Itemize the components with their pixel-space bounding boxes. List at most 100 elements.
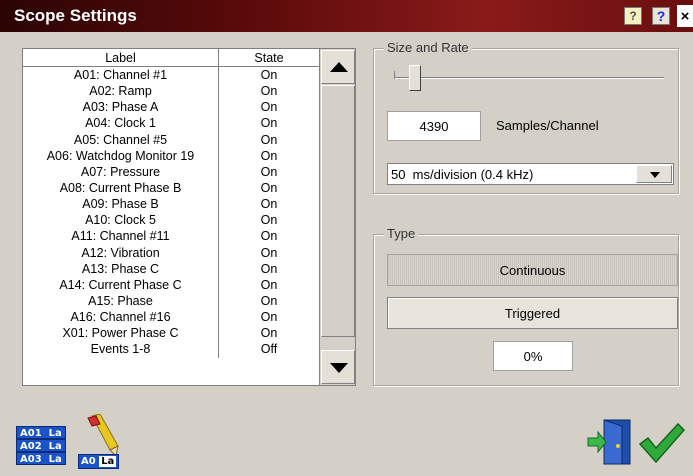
table-row[interactable]: A01: Channel #1 On <box>23 67 319 84</box>
door-icon <box>587 419 631 465</box>
arrow-down-icon <box>330 363 348 373</box>
table-row[interactable]: X01: Power Phase C On <box>23 325 319 342</box>
channel-list[interactable]: Label State A01: Channel #1 On A02: Ramp On… <box>22 48 356 386</box>
eraser-tag-suffix: La <box>99 456 117 467</box>
trigger-percent-input[interactable]: 0% <box>493 341 573 371</box>
table-row[interactable]: A11: Channel #11 On <box>23 228 319 245</box>
table-row[interactable]: A07: Pressure On <box>23 163 319 180</box>
label-column-header[interactable]: Label <box>23 49 219 66</box>
labels-icon-line: A03 La <box>16 452 66 465</box>
samples-label: Samples/Channel <box>496 118 599 133</box>
channel-state-cell[interactable]: On <box>219 196 319 212</box>
table-row[interactable]: A04: Clock 1 On <box>23 115 319 132</box>
channel-label-cell: A06: Watchdog Monitor 19 <box>23 147 219 164</box>
scroll-up-button[interactable] <box>321 50 355 84</box>
channel-label-cell: A01: Channel #1 <box>23 67 219 84</box>
window-title: Scope Settings <box>14 6 137 25</box>
channel-label-cell: A04: Clock 1 <box>23 115 219 132</box>
channel-state-cell[interactable]: On <box>219 115 319 131</box>
table-row[interactable]: A03: Phase A On <box>23 99 319 116</box>
labels-icon-line: A01 La <box>16 426 66 439</box>
channel-table: Label State A01: Channel #1 On A02: Ramp On… <box>23 49 319 358</box>
channel-label-cell: A05: Channel #5 <box>23 131 219 148</box>
triggered-button[interactable]: Triggered <box>387 297 678 329</box>
channel-state-cell[interactable]: On <box>219 180 319 196</box>
size-slider-tick <box>394 71 395 79</box>
table-row[interactable]: A15: Phase On <box>23 292 319 310</box>
channel-state-cell[interactable]: On <box>219 293 319 309</box>
size-and-rate-group: Size and Rate 4390 Samples/Channel 50 ms… <box>373 40 679 194</box>
channel-label-cell: A09: Phase B <box>23 196 219 213</box>
channel-state-cell[interactable]: On <box>219 277 319 293</box>
exit-door-icon[interactable] <box>586 418 632 466</box>
channel-state-cell[interactable]: On <box>219 228 319 244</box>
table-row[interactable]: A13: Phase C On <box>23 260 319 277</box>
channel-state-cell[interactable]: On <box>219 67 319 83</box>
table-row[interactable]: A09: Phase B On <box>23 196 319 213</box>
table-row[interactable]: A16: Channel #16 On <box>23 309 319 326</box>
table-row[interactable]: Events 1-8 Off <box>23 341 319 358</box>
chevron-down-icon <box>650 172 660 178</box>
rate-selected-value: 50 ms/division (0.4 kHz) <box>391 167 534 182</box>
channel-state-cell[interactable]: On <box>219 148 319 164</box>
channel-label-cell: Events 1-8 <box>23 341 219 358</box>
channel-state-cell[interactable]: On <box>219 245 319 261</box>
channel-label-cell: A14: Current Phase C <box>23 276 219 293</box>
channel-state-cell[interactable]: On <box>219 309 319 325</box>
size-slider-thumb[interactable] <box>409 65 421 91</box>
channel-label-cell: X01: Power Phase C <box>23 325 219 342</box>
channel-state-cell[interactable]: On <box>219 325 319 341</box>
size-and-rate-legend: Size and Rate <box>384 40 472 55</box>
table-row[interactable]: A12: Vibration On <box>23 244 319 261</box>
state-column-header[interactable]: State <box>219 49 319 66</box>
channel-labels-icon[interactable]: A01 La A02 La A03 La <box>16 424 68 468</box>
channel-label-cell: A08: Current Phase B <box>23 179 219 197</box>
channel-label-cell: A16: Channel #16 <box>23 309 219 326</box>
vertical-scrollbar[interactable] <box>319 49 355 385</box>
close-button[interactable]: × <box>677 5 693 27</box>
type-group: Type Continuous Triggered 0% <box>373 226 679 386</box>
samples-input[interactable]: 4390 <box>387 111 481 141</box>
rate-dropdown[interactable]: 50 ms/division (0.4 kHz) <box>387 163 674 185</box>
table-row[interactable]: A06: Watchdog Monitor 19 On <box>23 147 319 164</box>
channel-label-cell: A11: Channel #11 <box>23 228 219 245</box>
type-legend: Type <box>384 226 419 241</box>
channel-label-cell: A13: Phase C <box>23 260 219 277</box>
labels-icon-line: A02 La <box>16 439 66 452</box>
channel-label-cell: A15: Phase <box>23 292 219 310</box>
table-row[interactable]: A14: Current Phase C On <box>23 276 319 293</box>
scroll-down-button[interactable] <box>321 350 355 384</box>
table-header: Label State <box>23 49 319 67</box>
eraser-tag-prefix: A0 <box>81 456 96 467</box>
title-bar: Scope Settings ? ? × <box>0 0 693 32</box>
size-slider-track[interactable] <box>394 77 664 79</box>
table-row[interactable]: A05: Channel #5 On <box>23 131 319 148</box>
eraser-tag: A0 La <box>78 454 120 469</box>
channel-state-cell[interactable]: On <box>219 132 319 148</box>
channel-state-cell[interactable]: On <box>219 99 319 115</box>
table-row[interactable]: A02: Ramp On <box>23 83 319 100</box>
channel-state-cell[interactable]: On <box>219 261 319 277</box>
ok-checkmark-button[interactable] <box>638 422 686 464</box>
table-row[interactable]: A10: Clock 5 On <box>23 212 319 229</box>
scroll-thumb[interactable] <box>321 85 355 337</box>
table-body: A01: Channel #1 On A02: Ramp On A03: Phase A… <box>23 67 319 358</box>
channel-label-cell: A03: Phase A <box>23 99 219 116</box>
help-book-icon[interactable]: ? <box>624 7 642 25</box>
clear-labels-icon[interactable]: A0 La <box>74 413 130 470</box>
question-mark-icon[interactable]: ? <box>652 7 670 25</box>
channel-label-cell: A12: Vibration <box>23 244 219 261</box>
channel-state-cell[interactable]: On <box>219 83 319 99</box>
continuous-button[interactable]: Continuous <box>387 254 678 286</box>
rate-dropdown-button[interactable] <box>636 165 672 183</box>
channel-state-cell[interactable]: On <box>219 164 319 180</box>
channel-state-cell[interactable]: Off <box>219 341 319 357</box>
table-row[interactable]: A08: Current Phase B On <box>23 179 319 197</box>
checkmark-icon <box>638 422 686 464</box>
channel-state-cell[interactable]: On <box>219 212 319 228</box>
channel-label-cell: A07: Pressure <box>23 163 219 180</box>
eraser-pencil-icon <box>87 413 119 458</box>
channel-label-cell: A02: Ramp <box>23 83 219 100</box>
channel-label-cell: A10: Clock 5 <box>23 212 219 229</box>
arrow-up-icon <box>330 62 348 72</box>
